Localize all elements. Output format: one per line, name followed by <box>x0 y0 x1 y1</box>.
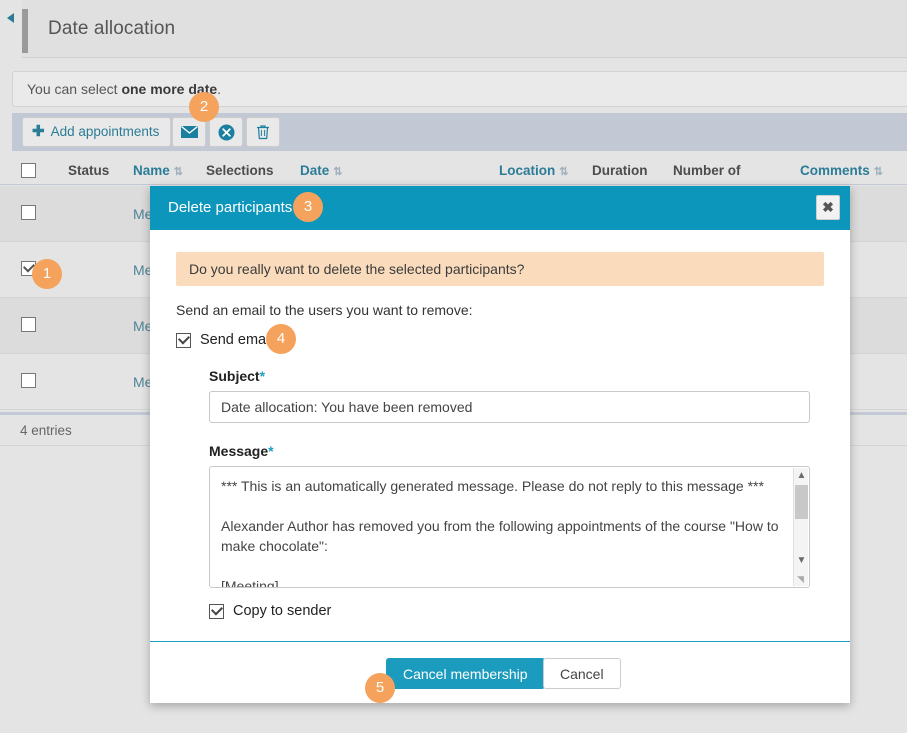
notice-prefix: You can select <box>27 81 121 97</box>
confirmation-alert: Do you really want to delete the selecte… <box>176 252 824 286</box>
plus-icon: ✚ <box>32 118 45 146</box>
page-title: Date allocation <box>26 0 175 58</box>
column-header-label: Location <box>499 163 555 178</box>
delete-participants-modal: Delete participants ✖ Do you really want… <box>150 186 850 703</box>
column-header-number-of: Number of <box>673 156 741 185</box>
column-header-label: Duration <box>592 163 648 178</box>
table-header: Status Name ⇅ Selections Date ⇅ Location ⇅ Durat… <box>0 156 907 185</box>
message-field-group: Message* *** This is an automatically ge… <box>176 443 824 588</box>
select-all-checkbox[interactable] <box>21 163 36 178</box>
notice-suffix: . <box>217 81 221 97</box>
cancel-button[interactable]: Cancel <box>543 658 621 689</box>
row-select-checkbox[interactable] <box>21 373 36 388</box>
selection-notice: You can select one more date. <box>12 71 907 107</box>
column-header-selections: Selections <box>206 156 274 185</box>
scrollbar-thumb[interactable] <box>795 485 808 519</box>
sort-updown-icon: ⇅ <box>174 158 183 187</box>
column-header-label: Number of <box>673 163 741 178</box>
message-label: Message* <box>209 443 810 459</box>
modal-header: Delete participants ✖ <box>150 186 850 230</box>
subject-label: Subject* <box>209 368 810 384</box>
column-header-label: Comments <box>800 163 870 178</box>
app-root: Date allocation You can select one more … <box>0 0 907 733</box>
trash-icon <box>256 124 270 140</box>
column-header-location[interactable]: Location ⇅ <box>499 156 568 185</box>
action-toolbar: ✚ Add appointments <box>12 113 907 151</box>
triangle-left-icon <box>7 13 14 23</box>
step-badge-4: 4 <box>266 324 296 354</box>
add-appointments-button[interactable]: ✚ Add appointments <box>22 117 171 147</box>
chevron-up-icon[interactable]: ▲ <box>794 468 809 483</box>
step-badge-1: 1 <box>32 259 62 289</box>
cancel-circle-icon <box>218 124 235 141</box>
subject-input[interactable] <box>209 391 810 423</box>
subject-label-text: Subject <box>209 368 260 384</box>
step-badge-5: 5 <box>365 673 395 703</box>
copy-to-sender-checkbox[interactable] <box>209 604 224 619</box>
title-bar: Date allocation <box>0 0 907 58</box>
modal-body: Do you really want to delete the selecte… <box>150 230 850 619</box>
column-header-label: Status <box>68 163 109 178</box>
message-label-text: Message <box>209 443 268 459</box>
cancel-membership-button[interactable]: Cancel membership <box>386 658 545 689</box>
chevron-down-icon[interactable]: ▼ <box>794 553 809 568</box>
message-textarea-wrap: *** This is an automatically generated m… <box>209 466 810 588</box>
close-icon[interactable]: ✖ <box>816 195 840 220</box>
message-textarea[interactable]: *** This is an automatically generated m… <box>209 466 810 588</box>
sidebar-collapse-toggle[interactable] <box>0 0 22 58</box>
copy-to-sender-row: Copy to sender <box>176 603 824 619</box>
envelope-icon <box>181 126 198 138</box>
row-select-checkbox[interactable] <box>21 317 36 332</box>
copy-to-sender-label: Copy to sender <box>233 603 331 619</box>
column-header-date[interactable]: Date ⇅ <box>300 156 342 185</box>
resize-grip-icon[interactable]: ◥ <box>797 575 807 585</box>
row-select-checkbox[interactable] <box>21 205 36 220</box>
column-header-status: Status <box>68 156 109 185</box>
column-header-duration: Duration <box>592 156 648 185</box>
entries-count: 4 entries <box>20 415 72 446</box>
delete-toolbar-button[interactable] <box>246 117 280 147</box>
modal-title: Delete participants <box>168 186 292 230</box>
email-lead-text: Send an email to the users you want to r… <box>176 302 824 318</box>
column-header-name[interactable]: Name ⇅ <box>133 156 183 185</box>
subject-field-group: Subject* <box>176 368 824 423</box>
column-header-label: Name <box>133 163 170 178</box>
cancel-membership-toolbar-button[interactable] <box>209 117 243 147</box>
column-header-label: Date <box>300 163 329 178</box>
message-required-mark: * <box>268 443 273 459</box>
subject-required-mark: * <box>260 368 265 384</box>
step-badge-3: 3 <box>293 192 323 222</box>
sort-updown-icon: ⇅ <box>874 158 883 187</box>
step-badge-2: 2 <box>189 92 219 122</box>
sort-updown-icon: ⇅ <box>333 158 342 187</box>
column-header-label: Selections <box>206 163 274 178</box>
message-scrollbar[interactable]: ▲ ▼ <box>793 468 808 586</box>
column-header-comments[interactable]: Comments ⇅ <box>800 156 883 185</box>
send-email-checkbox[interactable] <box>176 333 191 348</box>
add-appointments-label: Add appointments <box>51 118 160 146</box>
send-email-label: Send email <box>200 332 273 348</box>
sort-updown-icon: ⇅ <box>559 158 568 187</box>
modal-footer: Cancel membership Cancel <box>150 641 850 703</box>
